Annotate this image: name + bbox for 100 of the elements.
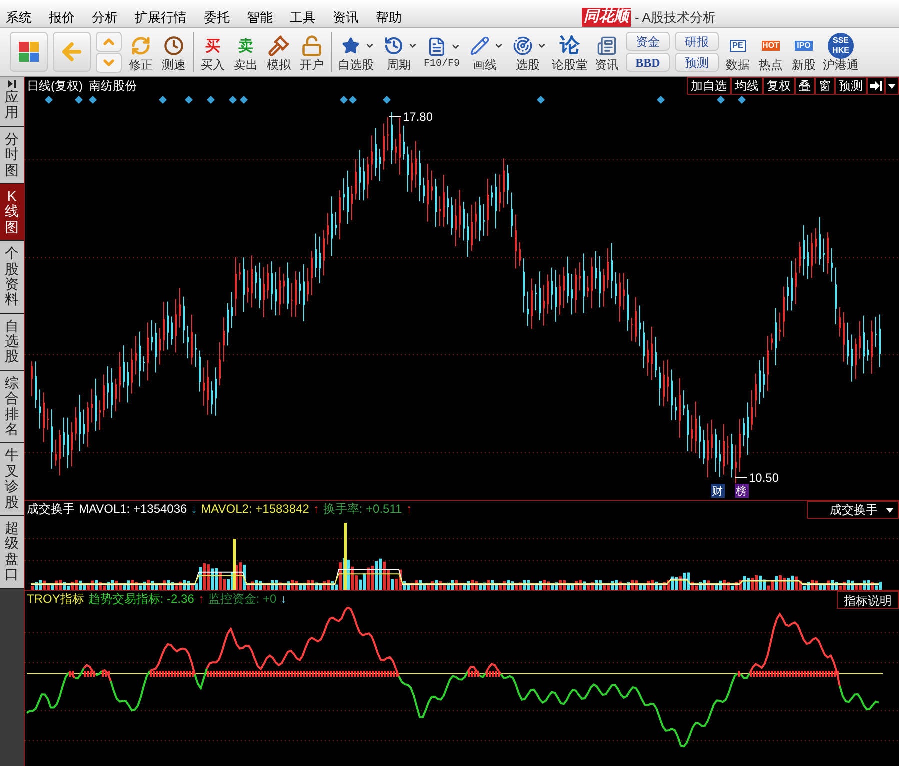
menu-item[interactable]: 委托 bbox=[204, 8, 230, 28]
diamond-marker-icon bbox=[185, 96, 193, 104]
toolbar-button[interactable]: PE 数据 bbox=[724, 33, 752, 71]
menu-item[interactable]: 扩展行情 bbox=[135, 8, 187, 28]
low-price-label: 10.50 bbox=[734, 471, 780, 485]
padlock-icon bbox=[301, 35, 323, 57]
toolbar-button[interactable]: 周期 bbox=[380, 33, 418, 71]
document-icon bbox=[597, 36, 617, 56]
expand-button[interactable] bbox=[867, 77, 885, 95]
diamond-marker-icon bbox=[75, 96, 83, 104]
event-badge[interactable]: 财 bbox=[711, 484, 725, 498]
toolbar-button[interactable]: 买 买入 bbox=[199, 33, 227, 71]
event-badge[interactable]: 榜 bbox=[735, 484, 749, 498]
arrow-to-bar-icon bbox=[870, 81, 882, 91]
menu-item[interactable]: 报价 bbox=[49, 8, 75, 28]
chart-tool-button[interactable]: 叠 bbox=[795, 77, 815, 95]
diamond-marker-icon bbox=[240, 96, 248, 104]
sidebar-tab[interactable]: 应用 bbox=[0, 77, 24, 127]
legend-text: ↑ bbox=[198, 591, 204, 608]
high-price-label: 17.80 bbox=[388, 110, 434, 124]
sidebar-tab[interactable]: 牛叉诊股 bbox=[0, 443, 24, 516]
chart-tool-button[interactable]: 窗 bbox=[815, 77, 835, 95]
menu-item[interactable]: 工具 bbox=[290, 8, 316, 28]
toolbar-button[interactable]: F10/F9 bbox=[423, 34, 461, 70]
toolbar-button[interactable]: 资讯 bbox=[593, 33, 621, 71]
toolbar-button[interactable]: HOT 热点 bbox=[757, 33, 785, 71]
diamond-marker-icon bbox=[89, 96, 97, 104]
clock-icon bbox=[164, 36, 184, 56]
indicator-help-button[interactable]: 指标说明 bbox=[837, 591, 899, 609]
legend-text: ↑ bbox=[313, 501, 320, 518]
glyph-icon: HOT bbox=[762, 41, 780, 51]
legend-text: 监控资金: +0 bbox=[208, 591, 277, 608]
toolbar-button[interactable]: 卖 卖出 bbox=[232, 33, 260, 71]
chart-tool-button[interactable]: 加自选 bbox=[687, 77, 731, 95]
menu-item[interactable]: 帮助 bbox=[376, 8, 402, 28]
menu-item[interactable]: 资讯 bbox=[333, 8, 359, 28]
toolbar-button[interactable]: 预测 bbox=[675, 53, 719, 72]
diamond-marker-icon bbox=[657, 96, 665, 104]
toolbar-button[interactable]: 修正 bbox=[127, 33, 155, 71]
sidebar-tab[interactable]: 综合排名 bbox=[0, 370, 24, 444]
legend-text: 成交换手 bbox=[27, 501, 75, 518]
glyph-icon: SSE HKE bbox=[828, 33, 854, 59]
menu-item[interactable]: 系统 bbox=[6, 8, 32, 28]
caret-icon bbox=[888, 84, 896, 88]
legend-text: ↓ bbox=[191, 501, 198, 518]
toolbar-button[interactable]: 资金 bbox=[626, 32, 670, 51]
star-icon bbox=[342, 37, 360, 55]
toolbar-button[interactable]: 论 论股堂 bbox=[552, 33, 588, 71]
menu-item[interactable]: 分析 bbox=[92, 8, 118, 28]
arrow-to-bar-icon bbox=[8, 80, 16, 88]
tiles-icon bbox=[19, 42, 39, 62]
toolbar-button[interactable]: 画线 bbox=[466, 33, 504, 71]
toolbar-button[interactable]: IPO 新股 bbox=[790, 33, 818, 71]
toolbar-button[interactable]: BBD bbox=[626, 53, 670, 72]
toolbar-button[interactable]: 模拟 bbox=[265, 33, 293, 71]
legend-text: 换手率: +0.511 bbox=[323, 501, 402, 518]
pencil-icon bbox=[470, 36, 490, 56]
dropdown-button[interactable] bbox=[885, 77, 899, 95]
diamond-marker-icon bbox=[207, 96, 215, 104]
legend-text: 趋势交易指标: -2.36 bbox=[88, 591, 194, 608]
toolbar-button[interactable]: 研报 bbox=[675, 32, 719, 51]
diamond-marker-icon bbox=[537, 96, 545, 104]
glyph-icon: 论 bbox=[560, 36, 580, 56]
app-logo: 同花顺 bbox=[582, 8, 631, 27]
sidebar-tab[interactable]: 个股资料 bbox=[0, 241, 24, 314]
sidebar-tab[interactable]: 分时图 bbox=[0, 126, 24, 184]
sidebar-tab[interactable]: 自选股 bbox=[0, 314, 24, 371]
toolbar-button[interactable]: 选股 bbox=[509, 33, 547, 71]
toolbar-button[interactable]: SSE HKE 沪港通 bbox=[823, 33, 859, 71]
legend-text: TROY指标 bbox=[27, 591, 84, 608]
glyph-icon: 卖 bbox=[238, 38, 254, 54]
caret-icon bbox=[886, 508, 894, 512]
legend-text: ↓ bbox=[280, 591, 287, 608]
document-icon bbox=[427, 37, 447, 57]
diamond-marker-icon bbox=[229, 96, 237, 104]
chart-tool-button[interactable]: 均线 bbox=[731, 77, 763, 95]
radar-icon bbox=[513, 36, 533, 56]
chart-period: 日线(复权) bbox=[27, 78, 83, 95]
menu-item[interactable]: 智能 bbox=[247, 8, 273, 28]
diamond-marker-icon bbox=[383, 96, 391, 104]
glyph-icon: IPO bbox=[795, 41, 813, 51]
toolbar-button[interactable]: 开户 bbox=[298, 33, 326, 71]
toolbar-button[interactable]: 自选股 bbox=[337, 33, 375, 71]
sidebar-tab[interactable]: 超级盘口 bbox=[0, 516, 24, 589]
chart-tool-button[interactable]: 复权 bbox=[763, 77, 795, 95]
diamond-marker-icon bbox=[738, 96, 746, 104]
window-title: - A股技术分析 bbox=[635, 8, 716, 27]
chart-tool-button[interactable]: 预测 bbox=[835, 77, 867, 95]
legend-text: MAVOL1: +1354036 bbox=[79, 501, 188, 518]
stock-name: 南纺股份 bbox=[89, 78, 137, 95]
glyph-icon: PE bbox=[730, 40, 746, 52]
indicator-selector[interactable]: 成交换手 bbox=[807, 501, 899, 519]
diamond-marker-icon bbox=[45, 96, 53, 104]
sidebar-tab[interactable]: K线图 bbox=[0, 184, 24, 242]
clock-icon bbox=[384, 36, 404, 56]
toolbar-button[interactable]: 测速 bbox=[160, 33, 188, 71]
glyph-icon: 买 bbox=[206, 38, 220, 54]
toolbar-button[interactable] bbox=[10, 32, 48, 72]
diamond-marker-icon bbox=[159, 96, 167, 104]
diamond-marker-icon bbox=[717, 96, 725, 104]
